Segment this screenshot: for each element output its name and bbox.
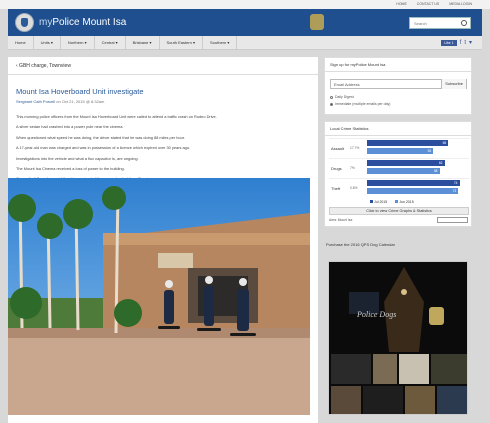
crime-bar-value: 58 (433, 169, 438, 173)
search-input[interactable]: Search (409, 17, 471, 29)
crime-stat-row: Assault 17.7% 65 53 (329, 138, 469, 158)
coat-of-arms-icon (310, 14, 324, 30)
area-label: Area: Mount Isa (329, 218, 353, 222)
calendar-cover-art: Police Dogs (329, 262, 467, 414)
hoverboard-officers-photo (8, 178, 310, 415)
crime-bar-value: 73 (452, 189, 457, 193)
nav-central[interactable]: Central ▾ (95, 35, 126, 50)
crime-change-pct: 0.8% (350, 186, 358, 190)
top-utility-bar: HOME CONTACT US MEDIA LOGIN (0, 0, 490, 9)
search-icon[interactable] (461, 20, 467, 26)
crime-bar-value: 65 (442, 141, 447, 145)
calendar-title[interactable]: Purchase the 2016 QPS Dog Calendar (326, 242, 395, 247)
article-paragraph: This morning police officers from the Mo… (16, 114, 217, 119)
nav-southern[interactable]: Southern ▾ (203, 35, 238, 50)
article-title[interactable]: Mount Isa Hoverboard Unit investigate (16, 87, 144, 96)
crime-category-label: Assault (331, 146, 345, 151)
police-badge-logo[interactable] (15, 13, 34, 32)
article-paragraph: A 17-year-old man was charged and was in… (16, 145, 191, 151)
crime-stat-row: Theft 0.8% 74 73 (329, 178, 469, 198)
crime-stats-box: Local Crime Statistics Assault 17.7% 65 53 D… (324, 121, 472, 227)
youtube-icon[interactable]: ▾ (469, 39, 472, 47)
legend-jun: Jun 2015 (395, 200, 414, 204)
crime-bar-value: 74 (453, 181, 458, 185)
daily-digest-option[interactable]: Daily Digest (330, 95, 354, 99)
crime-bar: 62 (367, 160, 445, 166)
area-select[interactable] (437, 217, 468, 223)
radio-icon[interactable] (330, 95, 333, 99)
nav-brisbane[interactable]: Brisbane ▾ (126, 35, 160, 50)
legend-jul: Jul 2015 (370, 200, 387, 204)
media-login-link[interactable]: MEDIA LOGIN (449, 2, 472, 6)
signup-box: Sign up for myPolice Mount Isa Email Add… (324, 57, 472, 115)
signup-title: Sign up for myPolice Mount Isa (325, 58, 471, 72)
site-header: myPolice Mount Isa Search (8, 9, 482, 36)
email-field[interactable]: Email Address Subscribe (330, 79, 467, 89)
nav-home[interactable]: Home (8, 35, 34, 50)
author-link[interactable]: Sergeant Cath Purcell (16, 99, 55, 104)
previous-post-link[interactable]: ‹ GBH charge, Townview (8, 57, 318, 75)
crime-bar: 53 (367, 148, 434, 154)
crime-category-label: Drugs (331, 166, 342, 171)
crime-change-pct: 17.7% (350, 146, 360, 150)
calendar-caption: Police Dogs (356, 310, 396, 319)
contact-us-link[interactable]: CONTACT US (417, 2, 439, 6)
radio-selected-icon[interactable] (330, 102, 333, 106)
article-paragraph: The Mount Isa Cinema received a loss of … (16, 165, 125, 171)
immediate-option[interactable]: Immediate (multiple emails per day) (330, 102, 390, 106)
crime-bar-value: 53 (427, 149, 432, 153)
social-links: Like 1 f t ▾ (441, 39, 472, 47)
article-byline: Sergeant Cath Purcell on Oct 21, 2015 @ … (16, 99, 104, 104)
facebook-like-button[interactable]: Like 1 (441, 40, 457, 46)
article-photo[interactable] (8, 178, 310, 415)
article-paragraph: When questioned what speed he was doing,… (16, 134, 185, 140)
nav-units[interactable]: Units ▾ (34, 35, 61, 50)
crime-graphs-button[interactable]: Click to view Crime Graphs & Statistics (329, 207, 469, 215)
crime-bar-value: 62 (438, 161, 443, 165)
crime-bar: 58 (367, 168, 440, 174)
crime-stats-title: Local Crime Statistics (325, 122, 471, 136)
article-date: on Oct 21, 2015 @ 8:32am (56, 99, 105, 104)
crime-stat-row: Drugs 7% 62 58 (329, 158, 469, 178)
site-title[interactable]: myPolice Mount Isa (39, 17, 126, 28)
crime-legend: Jul 2015 Jun 2015 (370, 200, 414, 204)
nav-south-eastern[interactable]: South Eastern ▾ (160, 35, 203, 50)
subscribe-button[interactable]: Subscribe (441, 79, 466, 89)
crime-bar: 74 (367, 180, 460, 186)
article-paragraph: Investigations into the vehicle and what… (16, 155, 139, 161)
crime-bar: 73 (367, 188, 459, 194)
crime-bar: 65 (367, 140, 449, 146)
facebook-icon[interactable]: f (460, 39, 462, 47)
crime-change-pct: 7% (350, 166, 355, 170)
main-nav: Home Units ▾ Northern ▾ Central ▾ Brisba… (8, 35, 482, 50)
crime-category-label: Theft (331, 186, 341, 191)
home-link[interactable]: HOME (396, 2, 407, 6)
twitter-icon[interactable]: t (464, 39, 466, 47)
nav-northern[interactable]: Northern ▾ (61, 35, 95, 50)
dog-calendar-image[interactable]: Police Dogs (328, 261, 468, 415)
top-links: HOME CONTACT US MEDIA LOGIN (396, 2, 472, 6)
article-paragraph: A silver sedan had crashed into a power … (16, 124, 124, 130)
